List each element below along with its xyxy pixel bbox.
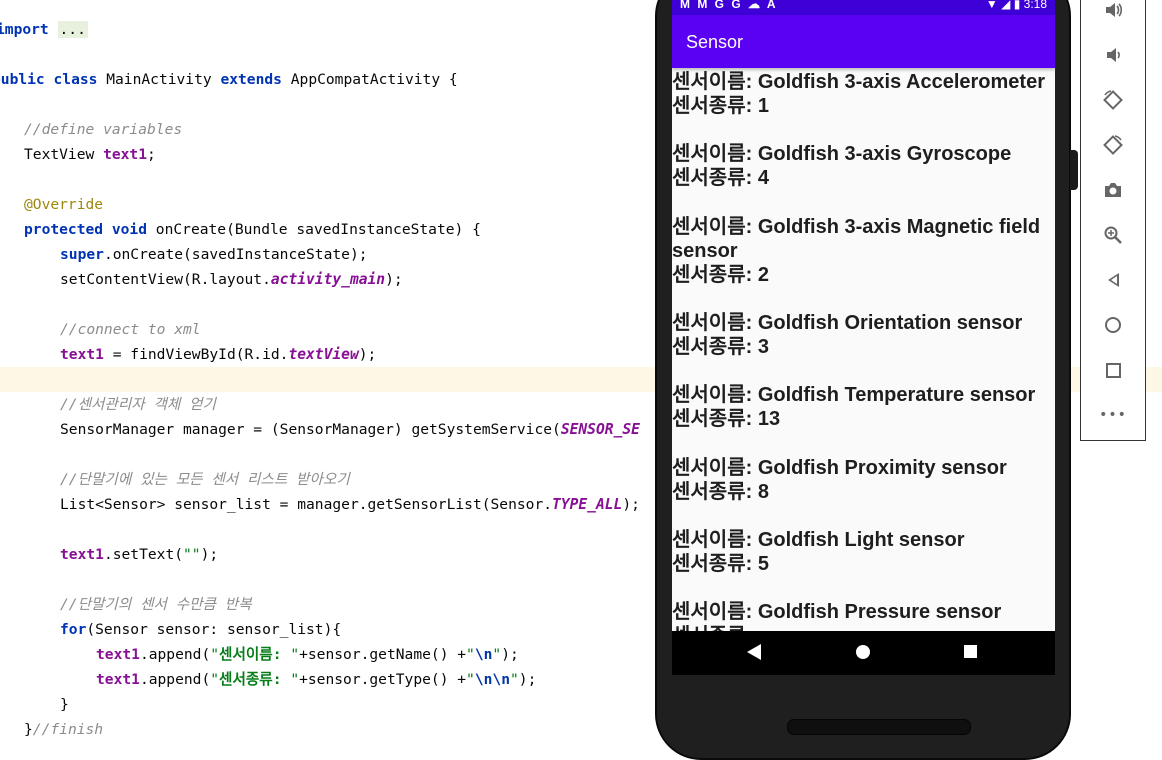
zoom-icon[interactable] bbox=[1099, 221, 1127, 249]
more-icon[interactable]: ••• bbox=[1099, 401, 1127, 429]
status-bar: M M G G ☁ A ▼ ◢ ▮ 3:18 bbox=[672, 0, 1055, 15]
battery-icon: ▮ bbox=[1013, 0, 1021, 11]
nav-recents-icon[interactable] bbox=[964, 645, 977, 658]
sensor-name: Goldfish Pressure sensor bbox=[757, 601, 1002, 623]
nav-back-icon[interactable] bbox=[747, 644, 761, 660]
sensor-type: 3 bbox=[757, 336, 769, 358]
type-label: 센서종류: bbox=[672, 481, 753, 503]
code-line-settext[interactable]: text1.setText(""); bbox=[60, 542, 218, 567]
code-line-1[interactable]: import ... bbox=[0, 17, 88, 42]
phone-speaker bbox=[787, 719, 971, 735]
code-line-manager[interactable]: SensorManager manager = (SensorManager) … bbox=[60, 417, 640, 442]
emulator-screen[interactable]: M M G G ☁ A ▼ ◢ ▮ 3:18 Sensor 센서이름: Gold… bbox=[672, 0, 1055, 675]
sensor-entry: 센서이름: Goldfish Proximity sensor 센서종류: 8 bbox=[672, 456, 1055, 504]
phone-side-button bbox=[1070, 150, 1078, 190]
code-line-comment-loop[interactable]: //단말기의 센서 수만큼 반복 bbox=[60, 592, 252, 617]
code-line-oncreate[interactable]: protected void onCreate(Bundle savedInst… bbox=[24, 217, 481, 242]
code-line-class[interactable]: public class MainActivity extends AppCom… bbox=[0, 67, 458, 92]
code-line-finish[interactable]: }//finish bbox=[24, 717, 103, 742]
folded-imports[interactable]: ... bbox=[57, 21, 88, 38]
volume-up-icon[interactable] bbox=[1099, 0, 1127, 24]
sensor-entry: 센서이름: Goldfish Light sensor 센서종류: 5 bbox=[672, 528, 1055, 576]
type-label: 센서종류: bbox=[672, 95, 753, 117]
type-label: 센서종류: bbox=[672, 408, 753, 430]
sensor-entry: 센서이름: Goldfish Pressure sensor 센서종류: bbox=[672, 600, 1055, 631]
type-label: 센서종류: bbox=[672, 336, 753, 358]
sensor-type: 13 bbox=[757, 408, 781, 430]
clock: 3:18 bbox=[1023, 0, 1047, 11]
rotate-left-icon[interactable] bbox=[1099, 86, 1127, 114]
app-title: Sensor bbox=[686, 32, 744, 52]
volume-down-icon[interactable] bbox=[1099, 41, 1127, 69]
signal-icon: ◢ bbox=[1001, 0, 1011, 11]
android-nav-bar bbox=[672, 631, 1055, 675]
rotate-right-icon[interactable] bbox=[1099, 131, 1127, 159]
camera-icon[interactable] bbox=[1099, 176, 1127, 204]
code-line-for[interactable]: for(Sensor sensor: sensor_list){ bbox=[60, 617, 341, 642]
notification-icons: M M G G ☁ A bbox=[680, 0, 778, 11]
type-label: 센서종류: bbox=[672, 264, 753, 286]
code-line-findview[interactable]: text1 = findViewById(R.id.textView); bbox=[60, 342, 376, 367]
sensor-name: Goldfish Temperature sensor bbox=[757, 384, 1036, 406]
code-line-comment-connect[interactable]: //connect to xml bbox=[60, 317, 201, 342]
name-label: 센서이름: bbox=[672, 312, 753, 334]
sensor-name: Goldfish 3-axis Accelerometer bbox=[757, 71, 1045, 93]
name-label: 센서이름: bbox=[672, 143, 753, 165]
sensor-name: Goldfish 3-axis Gyroscope bbox=[757, 143, 1012, 165]
type-label: 센서종류: bbox=[672, 167, 753, 189]
code-line-field[interactable]: TextView text1; bbox=[24, 142, 156, 167]
sensor-entry: 센서이름: Goldfish 3-axis Gyroscope 센서종류: 4 bbox=[672, 142, 1055, 190]
code-line-super[interactable]: super.onCreate(savedInstanceState); bbox=[60, 242, 368, 267]
nav-home-icon[interactable] bbox=[856, 645, 870, 659]
sensor-text-view[interactable]: 센서이름: Goldfish 3-axis Accelerometer 센서종류… bbox=[672, 68, 1055, 631]
home-icon[interactable] bbox=[1099, 311, 1127, 339]
name-label: 센서이름: bbox=[672, 71, 753, 93]
sensor-name: Goldfish Proximity sensor bbox=[757, 457, 1007, 479]
status-right: ▼ ◢ ▮ 3:18 bbox=[986, 0, 1047, 11]
name-label: 센서이름: bbox=[672, 216, 753, 238]
sensor-entry: 센서이름: Goldfish 3-axis Magnetic field sen… bbox=[672, 215, 1055, 287]
name-label: 센서이름: bbox=[672, 529, 753, 551]
code-line-setcontent[interactable]: setContentView(R.layout.activity_main); bbox=[60, 267, 403, 292]
overview-icon[interactable] bbox=[1099, 356, 1127, 384]
name-label: 센서이름: bbox=[672, 457, 753, 479]
type-label: 센서종류: bbox=[672, 553, 753, 575]
code-line-annotation[interactable]: @Override bbox=[24, 192, 103, 217]
name-label: 센서이름: bbox=[672, 601, 753, 623]
code-line-comment-manager[interactable]: //센서관리자 객체 얻기 bbox=[60, 392, 216, 417]
sensor-name: Goldfish Light sensor bbox=[757, 529, 965, 551]
code-line-append-name[interactable]: text1.append("센서이름: "+sensor.getName() +… bbox=[96, 642, 519, 667]
code-line-append-type[interactable]: text1.append("센서종류: "+sensor.getType() +… bbox=[96, 667, 536, 692]
name-label: 센서이름: bbox=[672, 384, 753, 406]
app-bar: Sensor bbox=[672, 15, 1055, 68]
sensor-entry: 센서이름: Goldfish 3-axis Accelerometer 센서종류… bbox=[672, 70, 1055, 118]
sensor-type: 5 bbox=[757, 553, 769, 575]
wifi-icon: ▼ bbox=[985, 0, 998, 11]
sensor-name: Goldfish Orientation sensor bbox=[757, 312, 1023, 334]
sensor-entry: 센서이름: Goldfish Temperature sensor 센서종류: … bbox=[672, 383, 1055, 431]
code-line-comment-define[interactable]: //define variables bbox=[24, 117, 182, 142]
sensor-entry: 센서이름: Goldfish Orientation sensor 센서종류: … bbox=[672, 311, 1055, 359]
code-line-close-for[interactable]: } bbox=[60, 692, 69, 717]
sensor-type: 8 bbox=[757, 481, 769, 503]
emulator-toolbar: ••• bbox=[1080, 0, 1146, 441]
code-line-sensorlist[interactable]: List<Sensor> sensor_list = manager.getSe… bbox=[60, 492, 640, 517]
sensor-type: 2 bbox=[757, 264, 769, 286]
back-icon[interactable] bbox=[1099, 266, 1127, 294]
sensor-type: 1 bbox=[757, 95, 769, 117]
sensor-type: 4 bbox=[757, 167, 769, 189]
code-line-comment-list[interactable]: //단말기에 있는 모든 센서 리스트 받아오기 bbox=[60, 467, 350, 492]
